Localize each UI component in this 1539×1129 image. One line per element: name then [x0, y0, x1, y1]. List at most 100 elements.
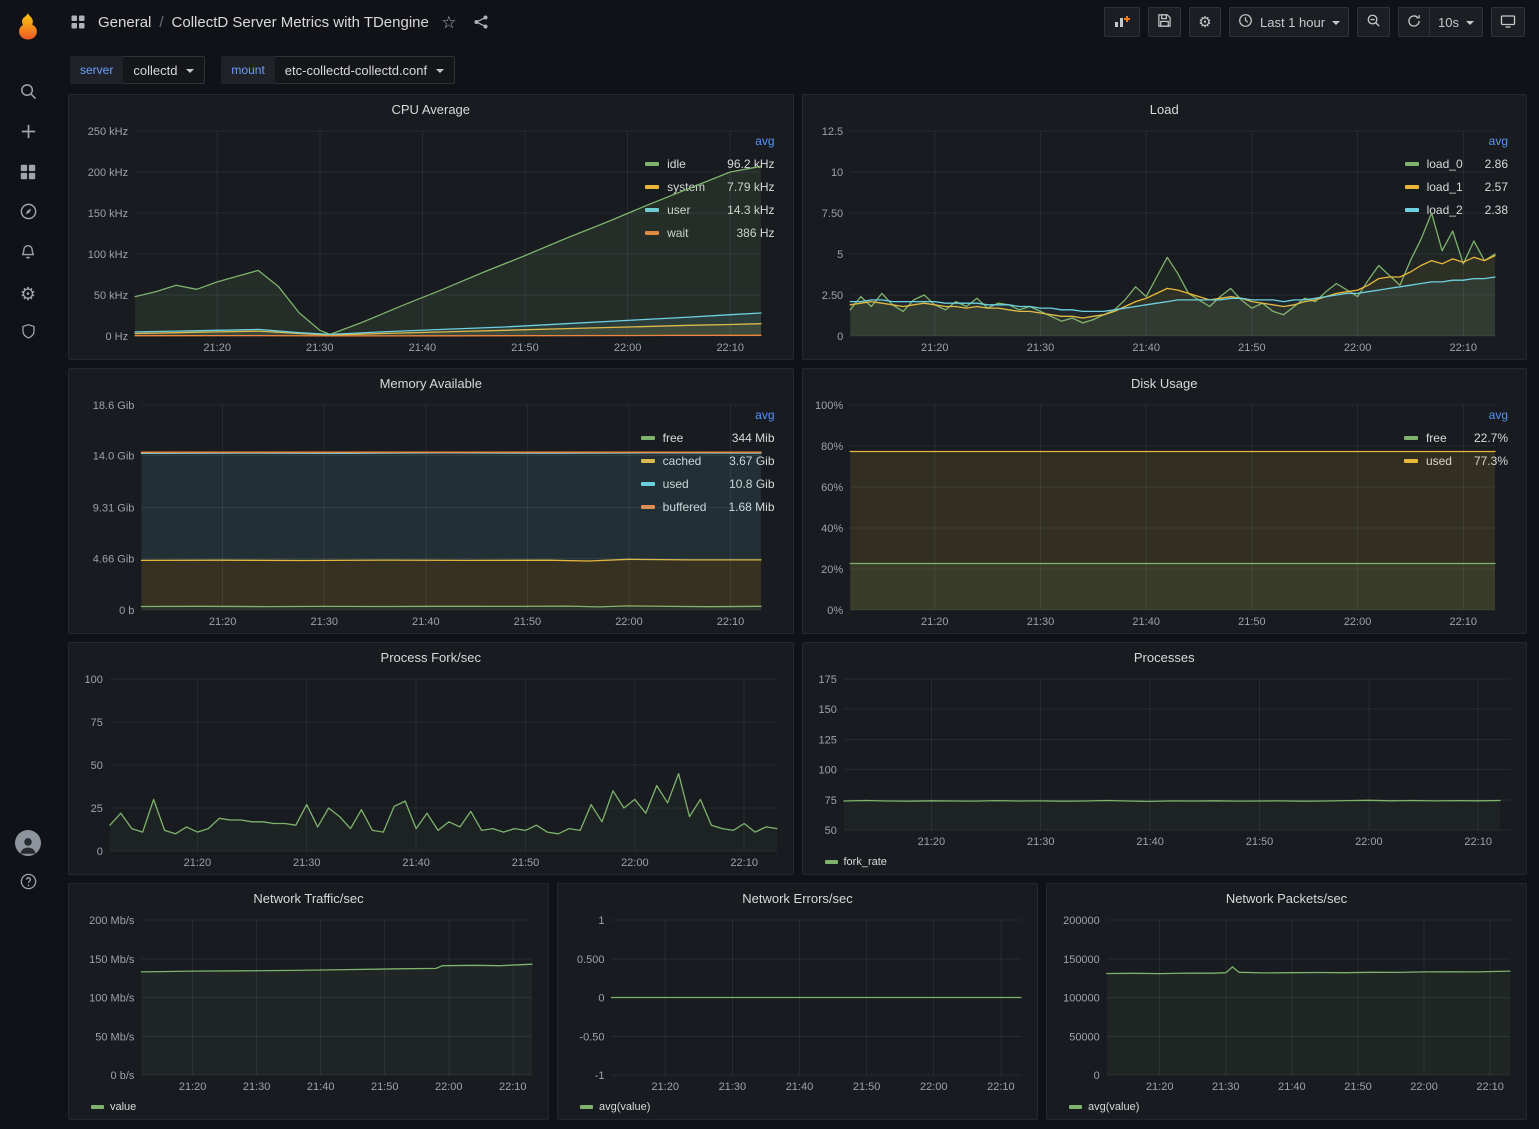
- cpu-average-chart[interactable]: 21:2021:3021:4021:5022:0022:100 Hz50 kHz…: [77, 123, 639, 357]
- svg-text:21:30: 21:30: [1026, 836, 1054, 848]
- legend-item-avg-value-[interactable]: avg(value): [580, 1096, 650, 1117]
- panel-title-text: Network Errors/sec: [742, 891, 853, 906]
- svg-text:21:30: 21:30: [1026, 616, 1054, 628]
- svg-text:21:50: 21:50: [1245, 836, 1273, 848]
- shield-icon: [20, 323, 37, 345]
- svg-text:22:10: 22:10: [717, 616, 745, 628]
- disk-usage-chart[interactable]: 21:2021:3021:4021:5022:0022:100%20%40%60…: [811, 397, 1398, 631]
- svg-text:21:50: 21:50: [371, 1081, 399, 1093]
- variable-mount-dropdown[interactable]: etc-collectd-collectd.conf: [275, 56, 455, 84]
- chevron-down-icon: [1332, 21, 1340, 25]
- svg-text:5: 5: [837, 249, 843, 261]
- variable-server-dropdown[interactable]: collectd: [123, 56, 205, 84]
- svg-text:80%: 80%: [821, 441, 843, 453]
- apps-grid-icon[interactable]: [66, 9, 90, 35]
- network-errors-chart[interactable]: 21:2021:3021:4021:5022:0022:10-1-0.5000.…: [566, 912, 1029, 1096]
- svg-text:21:20: 21:20: [1146, 1081, 1174, 1093]
- panel-header[interactable]: Disk Usage: [803, 369, 1527, 397]
- svg-text:21:40: 21:40: [1132, 616, 1160, 628]
- svg-text:22:00: 22:00: [615, 616, 643, 628]
- sidebar-item-alerting[interactable]: [7, 234, 49, 274]
- dashboard-grid: CPU Average 21:2021:3021:4021:5022:0022:…: [56, 88, 1539, 1129]
- svg-text:21:40: 21:40: [786, 1081, 814, 1093]
- load-chart[interactable]: 21:2021:3021:4021:5022:0022:1002.5057.50…: [811, 123, 1399, 357]
- svg-text:22:00: 22:00: [1343, 342, 1371, 354]
- svg-text:150 kHz: 150 kHz: [88, 208, 128, 220]
- panel-processes: Processes 21:2021:3021:4021:5022:0022:10…: [802, 642, 1528, 875]
- errors-legend: avg(value): [566, 1096, 1029, 1117]
- panel-title-text: Network Traffic/sec: [253, 891, 363, 906]
- svg-text:22:00: 22:00: [621, 857, 649, 869]
- panel-title-text: Memory Available: [380, 376, 482, 391]
- svg-text:75: 75: [824, 795, 836, 807]
- panel-header[interactable]: Processes: [803, 643, 1527, 671]
- network-packets-chart[interactable]: 21:2021:3021:4021:5022:0022:100500001000…: [1055, 912, 1518, 1096]
- svg-text:21:50: 21:50: [1344, 1081, 1372, 1093]
- svg-text:14.0 Gib: 14.0 Gib: [93, 451, 135, 463]
- panel-header[interactable]: Load: [803, 95, 1527, 123]
- cycle-view-button[interactable]: [1491, 7, 1525, 37]
- sidebar-item-explore[interactable]: [7, 194, 49, 234]
- legend-item-fork_rate[interactable]: fork_rate: [825, 851, 887, 872]
- memory-available-chart[interactable]: 21:2021:3021:4021:5022:0022:100 b4.66 Gi…: [77, 397, 635, 631]
- panel-network-errors: Network Errors/sec 21:2021:3021:4021:502…: [557, 883, 1038, 1120]
- breadcrumb-folder[interactable]: General: [98, 14, 151, 31]
- user-avatar[interactable]: [15, 830, 41, 856]
- svg-text:21:40: 21:40: [409, 342, 437, 354]
- svg-text:50 Mb/s: 50 Mb/s: [95, 1031, 135, 1043]
- legend-item-value[interactable]: value: [91, 1096, 136, 1117]
- time-range-picker[interactable]: Last 1 hour: [1229, 7, 1349, 37]
- svg-text:22:10: 22:10: [1476, 1081, 1504, 1093]
- svg-text:-1: -1: [595, 1070, 605, 1082]
- svg-text:21:50: 21:50: [512, 857, 540, 869]
- panel-header[interactable]: CPU Average: [69, 95, 793, 123]
- svg-text:200 kHz: 200 kHz: [88, 167, 128, 179]
- processes-chart[interactable]: 21:2021:3021:4021:5022:0022:105075100125…: [811, 671, 1519, 851]
- svg-text:250 kHz: 250 kHz: [88, 126, 128, 138]
- svg-text:150 Mb/s: 150 Mb/s: [89, 954, 135, 966]
- compass-icon: [19, 202, 38, 226]
- refresh-interval-dropdown[interactable]: 10s: [1430, 7, 1483, 37]
- legend-item-avg-value-[interactable]: avg(value): [1069, 1096, 1139, 1117]
- sidebar-item-server-admin[interactable]: [7, 314, 49, 354]
- svg-text:21:50: 21:50: [511, 342, 539, 354]
- svg-text:22:00: 22:00: [920, 1081, 948, 1093]
- panel-header[interactable]: Process Fork/sec: [69, 643, 793, 671]
- svg-text:9.31 Gib: 9.31 Gib: [93, 502, 135, 514]
- grafana-logo-icon[interactable]: [10, 8, 46, 44]
- panel-header[interactable]: Network Packets/sec: [1047, 884, 1526, 912]
- variable-server-label: server: [70, 56, 123, 84]
- panel-header[interactable]: Network Traffic/sec: [69, 884, 548, 912]
- series-color-swatch: [1069, 1105, 1082, 1109]
- refresh-button[interactable]: [1398, 7, 1430, 37]
- process-fork-chart[interactable]: 21:2021:3021:4021:5022:0022:100255075100: [77, 671, 785, 872]
- svg-text:21:30: 21:30: [1212, 1081, 1240, 1093]
- sidebar-item-dashboards[interactable]: [7, 154, 49, 194]
- star-icon[interactable]: ☆: [437, 9, 461, 35]
- svg-text:12.5: 12.5: [821, 126, 842, 138]
- sidebar-item-configuration[interactable]: ⚙: [7, 274, 49, 314]
- svg-text:200000: 200000: [1063, 915, 1100, 927]
- panel-process-fork: Process Fork/sec 21:2021:3021:4021:5022:…: [68, 642, 794, 875]
- refresh-button-group: 10s: [1398, 7, 1483, 37]
- help-icon: [19, 872, 38, 896]
- dashboard-settings-button[interactable]: ⚙: [1189, 7, 1221, 37]
- panel-header[interactable]: Memory Available: [69, 369, 793, 397]
- svg-text:1: 1: [598, 915, 604, 927]
- network-traffic-chart[interactable]: 21:2021:3021:4021:5022:0022:100 b/s50 Mb…: [77, 912, 540, 1096]
- save-dashboard-button[interactable]: [1148, 7, 1181, 37]
- zoom-out-button[interactable]: [1357, 7, 1390, 37]
- sidebar-item-search[interactable]: [7, 74, 49, 114]
- svg-text:21:30: 21:30: [310, 616, 338, 628]
- svg-text:100 kHz: 100 kHz: [88, 249, 128, 261]
- sidebar-item-help[interactable]: [7, 869, 49, 899]
- dashboard-title[interactable]: CollectD Server Metrics with TDengine: [172, 14, 429, 31]
- add-panel-button[interactable]: [1104, 7, 1140, 37]
- sidebar-item-create[interactable]: [7, 114, 49, 154]
- svg-text:21:40: 21:40: [402, 857, 430, 869]
- panel-header[interactable]: Network Errors/sec: [558, 884, 1037, 912]
- add-panel-icon: [1113, 12, 1131, 33]
- svg-text:21:20: 21:20: [917, 836, 945, 848]
- svg-text:150000: 150000: [1063, 954, 1100, 966]
- share-icon[interactable]: [469, 9, 493, 35]
